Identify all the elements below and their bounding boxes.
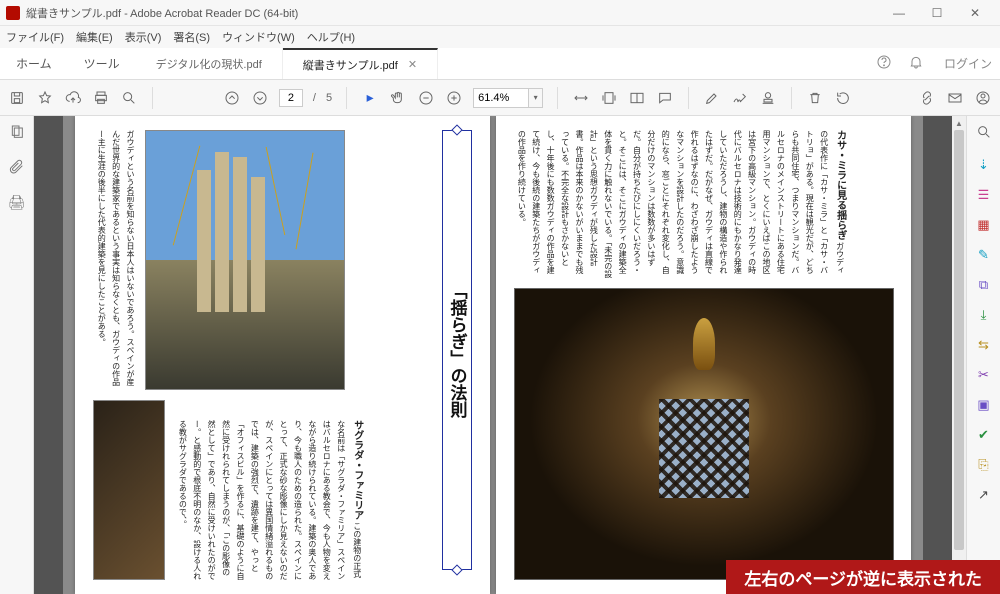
save-icon[interactable] bbox=[8, 89, 26, 107]
right-section-title: カサ・ミラに見る揺らぎ bbox=[835, 130, 846, 240]
minimize-button[interactable]: ― bbox=[880, 0, 918, 26]
rail-search-icon[interactable] bbox=[976, 124, 992, 143]
fill-sign-icon[interactable]: ✔ bbox=[978, 427, 989, 443]
page-down-icon[interactable] bbox=[251, 89, 269, 107]
export-pdf-icon[interactable]: ⇣ bbox=[978, 157, 989, 173]
bookmarks-panel-icon[interactable]: 🖨 bbox=[8, 194, 26, 211]
tabs-row: ホーム ツール デジタル化の現状.pdf 縦書きサンプル.pdf ✕ ログイン bbox=[0, 48, 1000, 80]
send-icon[interactable]: ↗ bbox=[978, 487, 989, 503]
read-mode-icon[interactable] bbox=[628, 89, 646, 107]
left-section-title: サグラダ・ファミリア bbox=[352, 420, 363, 520]
page-left: 「揺らぎ」の法則 ガウディという名前を知らない日本人はいないであろう。スペインが… bbox=[75, 116, 490, 594]
pointer-icon[interactable]: ▸ bbox=[361, 89, 379, 107]
stamp-icon[interactable] bbox=[759, 89, 777, 107]
organize-icon[interactable]: ⤓ bbox=[981, 307, 987, 323]
menubar: ファイル(F) 編集(E) 表示(V) 署名(S) ウィンドウ(W) ヘルプ(H… bbox=[0, 26, 1000, 48]
highlight-icon[interactable] bbox=[703, 89, 721, 107]
comment-tool-icon[interactable]: ✎ bbox=[978, 247, 989, 263]
bell-icon[interactable] bbox=[908, 54, 924, 73]
menu-edit[interactable]: 編集(E) bbox=[76, 29, 113, 45]
tab-home[interactable]: ホーム bbox=[0, 48, 68, 79]
headline-band: 「揺らぎ」の法則 bbox=[442, 130, 472, 570]
right-page-text: カサ・ミラに見る揺らぎ ガウディの代表作に「カサ・ミラ」と「カサ・バトリョ」があ… bbox=[514, 130, 849, 280]
left-nav-rail: 🖨 bbox=[0, 116, 34, 594]
scroll-up-icon[interactable]: ▲ bbox=[952, 116, 966, 130]
annotation-banner: 左右のページが逆に表示された bbox=[726, 560, 1000, 594]
zoom-in-icon[interactable] bbox=[445, 89, 463, 107]
menu-view[interactable]: 表示(V) bbox=[125, 29, 162, 45]
zoom-input[interactable] bbox=[473, 88, 529, 108]
fit-width-icon[interactable] bbox=[572, 89, 590, 107]
help-icon[interactable] bbox=[876, 54, 892, 73]
tab-close-icon[interactable]: ✕ bbox=[408, 58, 417, 71]
print-icon[interactable] bbox=[92, 89, 110, 107]
app-icon bbox=[6, 6, 20, 20]
star-icon[interactable] bbox=[36, 89, 54, 107]
headline-text: 「揺らぎ」の法則 bbox=[445, 282, 470, 418]
tab-doc-0[interactable]: デジタル化の現状.pdf bbox=[136, 48, 283, 79]
photo-sagrada-familia bbox=[145, 130, 345, 390]
compress-icon[interactable]: ⇆ bbox=[978, 337, 989, 353]
photo-casa-interior bbox=[514, 288, 894, 580]
vertical-scrollbar[interactable]: ▲ ▼ bbox=[952, 116, 966, 594]
close-button[interactable]: ✕ bbox=[956, 0, 994, 26]
left-page-bottom-text: サグラダ・ファミリア この建物の正式な名前は「サグラダ・ファミリア」スペインはバ… bbox=[175, 420, 366, 580]
window-controls: ― ☐ ✕ bbox=[880, 0, 994, 26]
document-viewport[interactable]: 「揺らぎ」の法則 ガウディという名前を知らない日本人はいないであろう。スペインが… bbox=[34, 116, 952, 594]
more-tools-icon[interactable]: ⎘ bbox=[978, 457, 988, 473]
titlebar: 縦書きサンプル.pdf - Adobe Acrobat Reader DC (6… bbox=[0, 0, 1000, 26]
search-icon[interactable] bbox=[120, 89, 138, 107]
page-right: カサ・ミラに見る揺らぎ ガウディの代表作に「カサ・ミラ」と「カサ・バトリョ」があ… bbox=[496, 116, 911, 594]
delete-icon[interactable] bbox=[806, 89, 824, 107]
zoom-out-icon[interactable] bbox=[417, 89, 435, 107]
login-button[interactable]: ログイン bbox=[936, 48, 1000, 79]
thumbnails-panel-icon[interactable] bbox=[9, 124, 25, 143]
rotate-icon[interactable] bbox=[834, 89, 852, 107]
zoom-dropdown-icon[interactable]: ▾ bbox=[529, 88, 543, 108]
tab-doc-label: 縦書きサンプル.pdf bbox=[303, 57, 398, 73]
menu-sign[interactable]: 署名(S) bbox=[173, 29, 210, 45]
main-area: 🖨 「揺らぎ」の法則 ガウディという名前を知らない日本人はいないであろう。スペイ… bbox=[0, 116, 1000, 594]
photo-interior-small bbox=[93, 400, 165, 580]
toolbar: / 5 ▸ ▾ bbox=[0, 80, 1000, 116]
link-icon[interactable] bbox=[918, 89, 936, 107]
page-spread: 「揺らぎ」の法則 ガウディという名前を知らない日本人はいないであろう。スペインが… bbox=[63, 116, 923, 594]
account-icon[interactable] bbox=[974, 89, 992, 107]
edit-pdf-icon[interactable]: ☰ bbox=[978, 187, 990, 203]
tabs-right-icons bbox=[864, 48, 936, 79]
page-up-icon[interactable] bbox=[223, 89, 241, 107]
tab-tools[interactable]: ツール bbox=[68, 48, 136, 79]
fit-page-icon[interactable] bbox=[600, 89, 618, 107]
redact-icon[interactable]: ✂ bbox=[978, 367, 989, 383]
scrollbar-thumb[interactable] bbox=[954, 130, 964, 550]
page-sep: / bbox=[313, 92, 316, 104]
right-tools-rail: ⇣ ☰ ▦ ✎ ⧉ ⤓ ⇆ ✂ ▣ ✔ ⎘ ↗ bbox=[966, 116, 1000, 594]
comment-icon[interactable] bbox=[656, 89, 674, 107]
menu-help[interactable]: ヘルプ(H) bbox=[307, 29, 355, 45]
attachments-panel-icon[interactable] bbox=[9, 159, 25, 178]
left-page-top-text: ガウディという名前を知らない日本人はいないであろう。スペインが産んだ世界的な建築… bbox=[93, 130, 137, 390]
maximize-button[interactable]: ☐ bbox=[918, 0, 956, 26]
page-total: 5 bbox=[326, 92, 332, 104]
upload-cloud-icon[interactable] bbox=[64, 89, 82, 107]
tab-doc-label: デジタル化の現状.pdf bbox=[156, 56, 262, 72]
page-number-input[interactable] bbox=[279, 89, 303, 107]
tab-doc-1[interactable]: 縦書きサンプル.pdf ✕ bbox=[283, 48, 438, 79]
combine-icon[interactable]: ⧉ bbox=[979, 277, 988, 293]
menu-window[interactable]: ウィンドウ(W) bbox=[222, 29, 295, 45]
menu-file[interactable]: ファイル(F) bbox=[6, 29, 64, 45]
create-pdf-icon[interactable]: ▦ bbox=[977, 217, 989, 233]
window-title: 縦書きサンプル.pdf - Adobe Acrobat Reader DC (6… bbox=[26, 5, 880, 21]
hand-icon[interactable] bbox=[389, 89, 407, 107]
mail-icon[interactable] bbox=[946, 89, 964, 107]
protect-icon[interactable]: ▣ bbox=[977, 397, 989, 413]
sign-icon[interactable] bbox=[731, 89, 749, 107]
